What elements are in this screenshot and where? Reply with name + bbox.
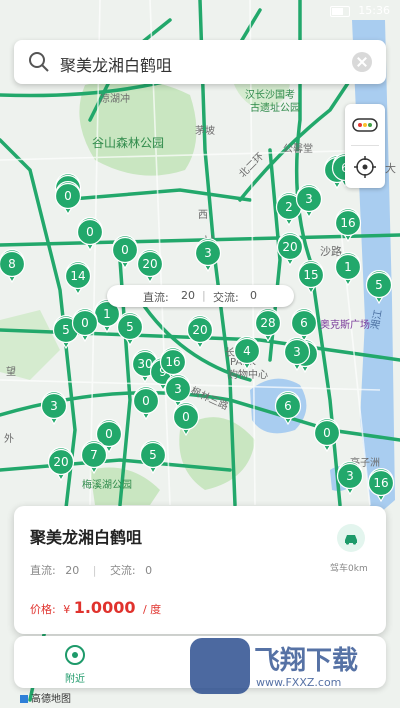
map-label: 外	[4, 433, 14, 445]
station-marker-count: 3	[305, 192, 313, 206]
station-marker-count: 7	[90, 448, 98, 462]
station-marker-count: 8	[8, 257, 16, 271]
station-marker-count: 20	[53, 455, 68, 469]
station-marker-count: 16	[340, 216, 355, 230]
dc-value: 20	[65, 564, 80, 577]
station-marker-count: 20	[142, 257, 157, 271]
price-currency: ¥	[63, 603, 71, 616]
station-title: 聚美龙湘白鹤咀	[30, 528, 143, 547]
station-marker-count: 14	[70, 269, 85, 283]
map-label: 奥克斯广场	[320, 318, 370, 331]
station-card[interactable]: 聚美龙湘白鹤咀 直流: 20 | 交流: 0 价格: ¥ 1.0000 / 度 …	[14, 506, 386, 634]
map-label: 茅坡	[195, 124, 215, 137]
location-pin-icon	[65, 645, 85, 665]
station-marker-count: 0	[105, 427, 113, 441]
map-label: 望	[6, 365, 16, 378]
watermark: 飞翔下载 www.FXXZ.com	[190, 636, 390, 698]
divider	[351, 145, 379, 146]
station-marker-count: 0	[121, 243, 129, 257]
search-input[interactable]: 聚美龙湘白鹤咀	[60, 52, 172, 76]
station-marker-count: 2	[285, 200, 293, 214]
station-marker-count: 0	[182, 410, 190, 424]
separator: |	[202, 289, 206, 302]
station-marker-count: 0	[64, 189, 72, 203]
map-label: 汉长沙国考	[245, 89, 295, 101]
ac-label: 交流:	[109, 564, 136, 577]
separator: |	[92, 564, 97, 577]
station-marker-count: 1	[103, 307, 111, 321]
station-marker-count: 3	[174, 382, 182, 396]
ac-value: 0	[145, 564, 153, 577]
dc-label: 直流:	[30, 564, 56, 577]
station-marker-count: 0	[142, 394, 150, 408]
station-marker-count: 20	[192, 323, 207, 337]
map-label: 古遗址公园	[250, 101, 300, 114]
station-marker-count: 5	[375, 278, 383, 292]
map-label: 谷山森林公园	[92, 135, 164, 150]
locate-icon[interactable]	[354, 156, 376, 178]
station-marker-count: 15	[303, 268, 318, 282]
station-marker-count: 1	[344, 260, 352, 274]
station-marker-count: 3	[293, 345, 301, 359]
price-label: 价格:	[30, 603, 56, 616]
map-logo-text: 高德地图	[31, 694, 71, 705]
station-marker-count: 20	[282, 240, 297, 254]
map-controls	[345, 104, 385, 188]
nav-nearby-label: 附近	[65, 674, 85, 685]
map-label: 沙路	[320, 245, 342, 258]
car-icon	[345, 535, 357, 545]
status-time: 15:36	[358, 4, 390, 17]
station-marker-count: 3	[50, 399, 58, 413]
station-marker-count: 16	[373, 476, 388, 490]
map-label: 购物中心	[228, 368, 268, 381]
search-bar[interactable]: 聚美龙湘白鹤咀	[14, 40, 386, 84]
price-unit: / 度	[142, 603, 162, 616]
station-marker-count: 0	[323, 426, 331, 440]
ac-value: 0	[250, 289, 257, 302]
station-marker-count: 28	[260, 316, 275, 330]
clear-icon[interactable]	[352, 52, 372, 72]
dc-value: 20	[181, 289, 195, 302]
station-marker-count: 3	[346, 469, 354, 483]
ac-label: 交流:	[213, 291, 239, 304]
station-marker-count: 5	[126, 320, 134, 334]
status-bar: 15:36	[0, 0, 400, 22]
search-icon	[29, 52, 49, 72]
station-marker-count: 6	[300, 316, 308, 330]
drive-distance: 驾车0km	[330, 564, 368, 574]
map-label: 凉湖冲	[100, 92, 130, 105]
watermark-url: www.FXXZ.com	[256, 676, 342, 689]
watermark-logo-icon	[190, 638, 250, 694]
watermark-text: 飞翔下载	[254, 646, 359, 676]
map-provider-logo: 高德地图	[20, 690, 71, 705]
drive-button[interactable]	[337, 524, 365, 552]
station-stats: 直流: 20 | 交流: 0	[30, 562, 152, 578]
traffic-layer-icon[interactable]	[352, 118, 378, 132]
map-label: 梅溪湖公园	[82, 478, 132, 491]
station-marker-count: 0	[86, 225, 94, 239]
station-marker-count: 5	[62, 323, 70, 337]
map-label: 大	[385, 161, 396, 175]
station-marker-count: 3	[204, 246, 212, 260]
battery-icon	[330, 6, 350, 17]
map-label: 公馨堂	[283, 142, 313, 155]
station-marker-count: 6	[284, 399, 292, 413]
station-marker-count: 5	[149, 448, 157, 462]
station-marker-count: 4	[243, 344, 251, 358]
map-label: 西	[198, 210, 208, 221]
station-price: 价格: ¥ 1.0000 / 度	[30, 598, 161, 617]
station-marker-count: 16	[165, 355, 180, 369]
price-value: 1.0000	[73, 598, 136, 617]
charger-summary-pill: 直流: 20 | 交流: 0	[107, 285, 294, 307]
station-marker-count: 0	[81, 316, 89, 330]
dc-label: 直流:	[143, 291, 169, 304]
